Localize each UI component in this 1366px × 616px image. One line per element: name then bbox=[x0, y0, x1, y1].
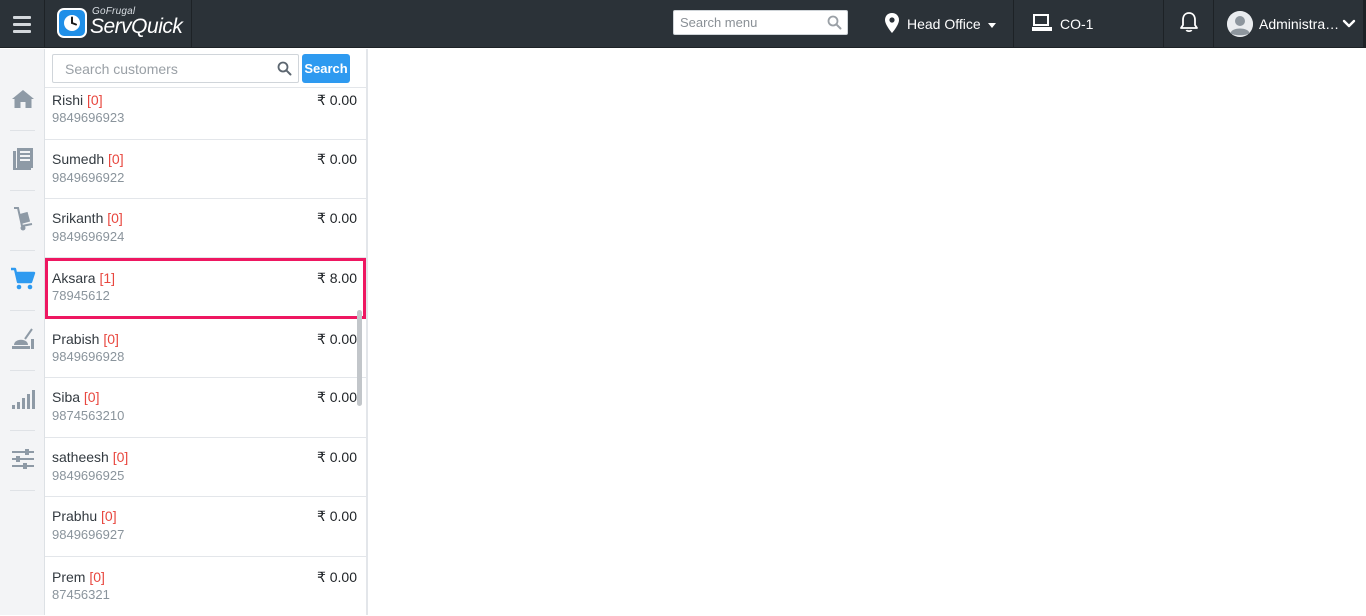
customer-search-button[interactable]: Search bbox=[302, 54, 350, 83]
customer-order-count: [0] bbox=[103, 331, 119, 347]
customer-row[interactable]: Prabish [0] 9849696928 ₹ 0.00 bbox=[45, 319, 366, 378]
location-label: Head Office bbox=[907, 16, 981, 32]
customer-amount: ₹ 0.00 bbox=[316, 210, 357, 226]
sidebar-item-reports[interactable] bbox=[0, 371, 45, 431]
caret-down-icon bbox=[987, 23, 996, 28]
customer-order-count: [0] bbox=[83, 389, 100, 405]
brand-logo-icon bbox=[57, 8, 87, 38]
customer-phone: 87456321 bbox=[52, 587, 110, 602]
settings-sliders-icon bbox=[11, 448, 35, 475]
search-icon[interactable] bbox=[277, 61, 292, 81]
main-content-area bbox=[370, 49, 1366, 615]
customer-name: Rishi [0] bbox=[52, 92, 103, 108]
sidebar-item-home[interactable] bbox=[0, 71, 45, 131]
customer-search-input[interactable] bbox=[53, 55, 273, 82]
customer-phone: 9849696924 bbox=[52, 229, 125, 244]
customer-phone: 9849696927 bbox=[52, 527, 125, 542]
customer-row[interactable]: satheesh [0] 9849696925 ₹ 0.00 bbox=[45, 438, 366, 497]
top-bar: GoFrugal ServQuick Head Office CO-1 Admi… bbox=[0, 0, 1366, 48]
customer-row[interactable]: Rishi [0] 9849696923 ₹ 0.00 bbox=[45, 88, 366, 140]
sidebar bbox=[0, 49, 45, 615]
search-icon[interactable] bbox=[827, 15, 842, 35]
location-pin-icon bbox=[885, 12, 899, 36]
brand-name: ServQuick bbox=[90, 15, 183, 38]
counter-selector[interactable]: CO-1 bbox=[1014, 0, 1164, 48]
customer-row-selected[interactable]: Aksara [1] 78945612 ₹ 8.00 bbox=[45, 258, 366, 319]
customer-row[interactable]: Prem [0] 87456321 ₹ 0.00 bbox=[45, 557, 366, 616]
customer-phone: 9874563210 bbox=[52, 408, 125, 423]
customer-phone: 9849696923 bbox=[52, 110, 125, 125]
brand[interactable]: GoFrugal ServQuick bbox=[46, 0, 192, 48]
user-name: Administra… bbox=[1259, 16, 1340, 32]
customer-search bbox=[52, 54, 299, 83]
avatar bbox=[1227, 11, 1253, 37]
customer-name: Prabhu [0] bbox=[52, 508, 117, 524]
user-menu[interactable]: Administra… bbox=[1214, 0, 1366, 48]
customer-amount: ₹ 8.00 bbox=[316, 270, 357, 286]
customer-order-count: [1] bbox=[99, 270, 116, 286]
sidebar-item-settings[interactable] bbox=[0, 431, 45, 491]
catalog-icon bbox=[12, 147, 34, 176]
home-icon bbox=[11, 88, 35, 115]
hamburger-line bbox=[13, 22, 31, 26]
customer-order-count: [0] bbox=[87, 92, 103, 108]
customer-phone: 9849696928 bbox=[52, 349, 125, 364]
customer-order-count: [0] bbox=[108, 151, 124, 167]
menu-search-input[interactable] bbox=[674, 11, 819, 34]
customer-list: Rishi [0] 9849696923 ₹ 0.00 Sumedh [0] 9… bbox=[45, 88, 366, 616]
customer-amount: ₹ 0.00 bbox=[316, 569, 357, 585]
counter-label: CO-1 bbox=[1060, 16, 1094, 32]
customer-phone: 9849696925 bbox=[52, 468, 125, 483]
customer-row[interactable]: Srikanth [0] 9849696924 ₹ 0.00 bbox=[45, 199, 366, 258]
customer-name: Prabish [0] bbox=[52, 331, 119, 347]
reports-icon bbox=[11, 388, 35, 415]
list-scrollbar[interactable] bbox=[357, 310, 362, 406]
sidebar-item-inventory[interactable] bbox=[0, 191, 45, 251]
sidebar-item-catalog[interactable] bbox=[0, 131, 45, 191]
customer-phone: 78945612 bbox=[52, 288, 110, 303]
customer-amount: ₹ 0.00 bbox=[316, 151, 357, 167]
customer-amount: ₹ 0.00 bbox=[316, 389, 357, 405]
notifications-button[interactable] bbox=[1164, 0, 1214, 48]
customer-amount: ₹ 0.00 bbox=[316, 449, 357, 465]
customer-name: Aksara [1] bbox=[52, 270, 116, 286]
customer-panel: Search Rishi [0] 9849696923 ₹ 0.00 Sumed… bbox=[45, 49, 368, 615]
customer-order-count: [0] bbox=[107, 210, 123, 226]
hamburger-line bbox=[13, 29, 31, 33]
customer-name: Prem [0] bbox=[52, 569, 105, 585]
customer-amount: ₹ 0.00 bbox=[316, 508, 357, 524]
customer-order-count: [0] bbox=[89, 569, 105, 585]
customer-phone: 9849696922 bbox=[52, 170, 125, 185]
kitchen-icon bbox=[11, 327, 35, 356]
cart-icon bbox=[10, 267, 36, 296]
customer-name: satheesh [0] bbox=[52, 449, 129, 465]
monitor-icon bbox=[1032, 13, 1052, 35]
hamburger-line bbox=[13, 15, 31, 19]
bell-icon bbox=[1179, 11, 1199, 38]
customer-name: Siba [0] bbox=[52, 389, 100, 405]
customer-row[interactable]: Prabhu [0] 9849696927 ₹ 0.00 bbox=[45, 497, 366, 557]
customer-name: Sumedh [0] bbox=[52, 151, 124, 167]
customer-amount: ₹ 0.00 bbox=[316, 92, 357, 108]
hamburger-menu-button[interactable] bbox=[0, 0, 45, 48]
sidebar-item-sales[interactable] bbox=[0, 251, 45, 311]
location-selector[interactable]: Head Office bbox=[870, 0, 1014, 48]
menu-search bbox=[673, 10, 848, 35]
chevron-down-icon bbox=[1342, 16, 1356, 32]
customer-row[interactable]: Siba [0] 9874563210 ₹ 0.00 bbox=[45, 378, 366, 438]
customer-name: Srikanth [0] bbox=[52, 210, 123, 226]
inventory-icon bbox=[12, 206, 34, 237]
customer-order-count: [0] bbox=[112, 449, 129, 465]
sidebar-item-kitchen[interactable] bbox=[0, 311, 45, 371]
customer-row[interactable]: Sumedh [0] 9849696922 ₹ 0.00 bbox=[45, 140, 366, 199]
customer-order-count: [0] bbox=[101, 508, 117, 524]
customer-amount: ₹ 0.00 bbox=[316, 331, 357, 347]
